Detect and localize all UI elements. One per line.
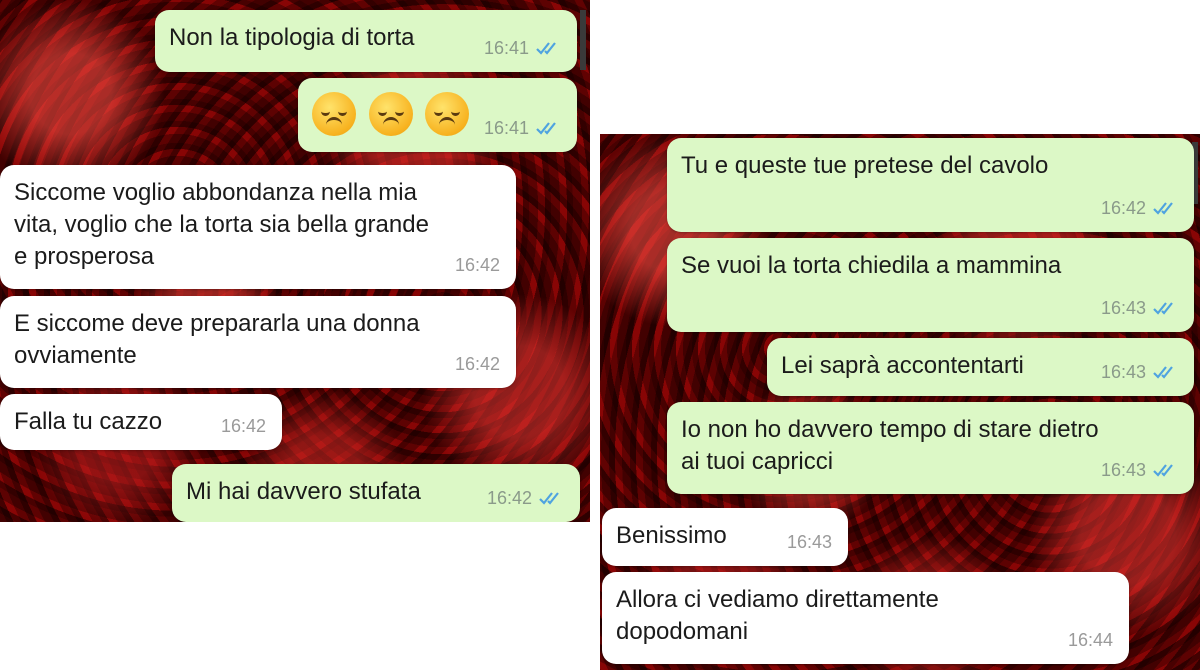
message-time: 16:41	[483, 38, 529, 58]
disappointed-face-icon	[312, 92, 356, 136]
message-meta: 16:41	[484, 32, 561, 64]
double-check-read-icon	[536, 42, 556, 55]
message-bubble-outgoing[interactable]: Non la tipologia di torta 16:41	[155, 10, 577, 72]
chat-screenshot-left: Non la tipologia di torta 16:41 16:41 Si…	[0, 0, 590, 522]
emoji-row	[312, 92, 475, 136]
message-meta: 16:42	[1101, 192, 1178, 224]
disappointed-face-icon	[368, 92, 413, 136]
message-bubble-incoming[interactable]: Siccome voglio abbondanza nella mia vita…	[0, 165, 516, 289]
message-bubble-incoming[interactable]: Allora ci vediamo direttamente dopodoman…	[602, 572, 1129, 664]
message-time: 16:42	[220, 416, 266, 436]
message-meta: 16:42	[455, 249, 500, 281]
message-time: 16:43	[786, 532, 832, 552]
message-bubble-incoming[interactable]: Falla tu cazzo 16:42	[0, 394, 282, 450]
message-meta: 16:43	[1101, 356, 1178, 388]
message-bubble-outgoing[interactable]: 16:41	[298, 78, 577, 152]
message-meta: 16:44	[1068, 624, 1113, 656]
message-bubble-outgoing[interactable]: Lei saprà accontentarti 16:43	[767, 338, 1194, 396]
message-time: 16:42	[454, 255, 500, 275]
message-bubble-incoming[interactable]: E siccome deve prepararla una donna ovvi…	[0, 296, 516, 388]
message-text: E siccome deve prepararla una donna ovvi…	[14, 310, 420, 369]
disappointed-face-icon	[425, 92, 470, 136]
message-text: Siccome voglio abbondanza nella mia vita…	[14, 179, 429, 270]
message-time: 16:41	[483, 118, 529, 138]
double-check-read-icon	[539, 492, 559, 505]
message-time: 16:42	[454, 354, 500, 374]
message-text: Tu e queste tue pretese del cavolo	[681, 152, 1049, 179]
message-meta: 16:42	[487, 482, 564, 514]
message-bubble-outgoing[interactable]: Mi hai davvero stufata 16:42	[172, 464, 580, 522]
message-time: 16:44	[1067, 630, 1113, 650]
message-bubble-incoming[interactable]: Benissimo 16:43	[602, 508, 848, 566]
message-text: Allora ci vediamo direttamente dopodoman…	[616, 586, 939, 645]
message-meta: 16:42	[221, 410, 266, 442]
message-time: 16:42	[1100, 198, 1146, 218]
message-time: 16:43	[1100, 298, 1146, 318]
chat-screenshot-right: Tu e queste tue pretese del cavolo 16:42…	[600, 134, 1200, 670]
message-meta: 16:43	[1101, 454, 1178, 486]
scrollbar[interactable]	[580, 10, 586, 70]
double-check-read-icon	[536, 122, 556, 135]
double-check-read-icon	[1153, 464, 1173, 477]
message-time: 16:43	[1100, 460, 1146, 480]
message-time: 16:43	[1100, 362, 1146, 382]
message-bubble-outgoing[interactable]: Se vuoi la torta chiedila a mammina 16:4…	[667, 238, 1194, 332]
message-time: 16:42	[486, 488, 532, 508]
message-meta: 16:41	[484, 112, 561, 144]
message-text: Se vuoi la torta chiedila a mammina	[681, 252, 1062, 279]
message-bubble-outgoing[interactable]: Io non ho davvero tempo di stare dietro …	[667, 402, 1194, 494]
message-meta: 16:43	[1101, 292, 1178, 324]
double-check-read-icon	[1153, 202, 1173, 215]
double-check-read-icon	[1153, 366, 1173, 379]
message-meta: 16:43	[787, 526, 832, 558]
double-check-read-icon	[1153, 302, 1173, 315]
message-meta: 16:42	[455, 348, 500, 380]
message-bubble-outgoing[interactable]: Tu e queste tue pretese del cavolo 16:42	[667, 138, 1194, 232]
